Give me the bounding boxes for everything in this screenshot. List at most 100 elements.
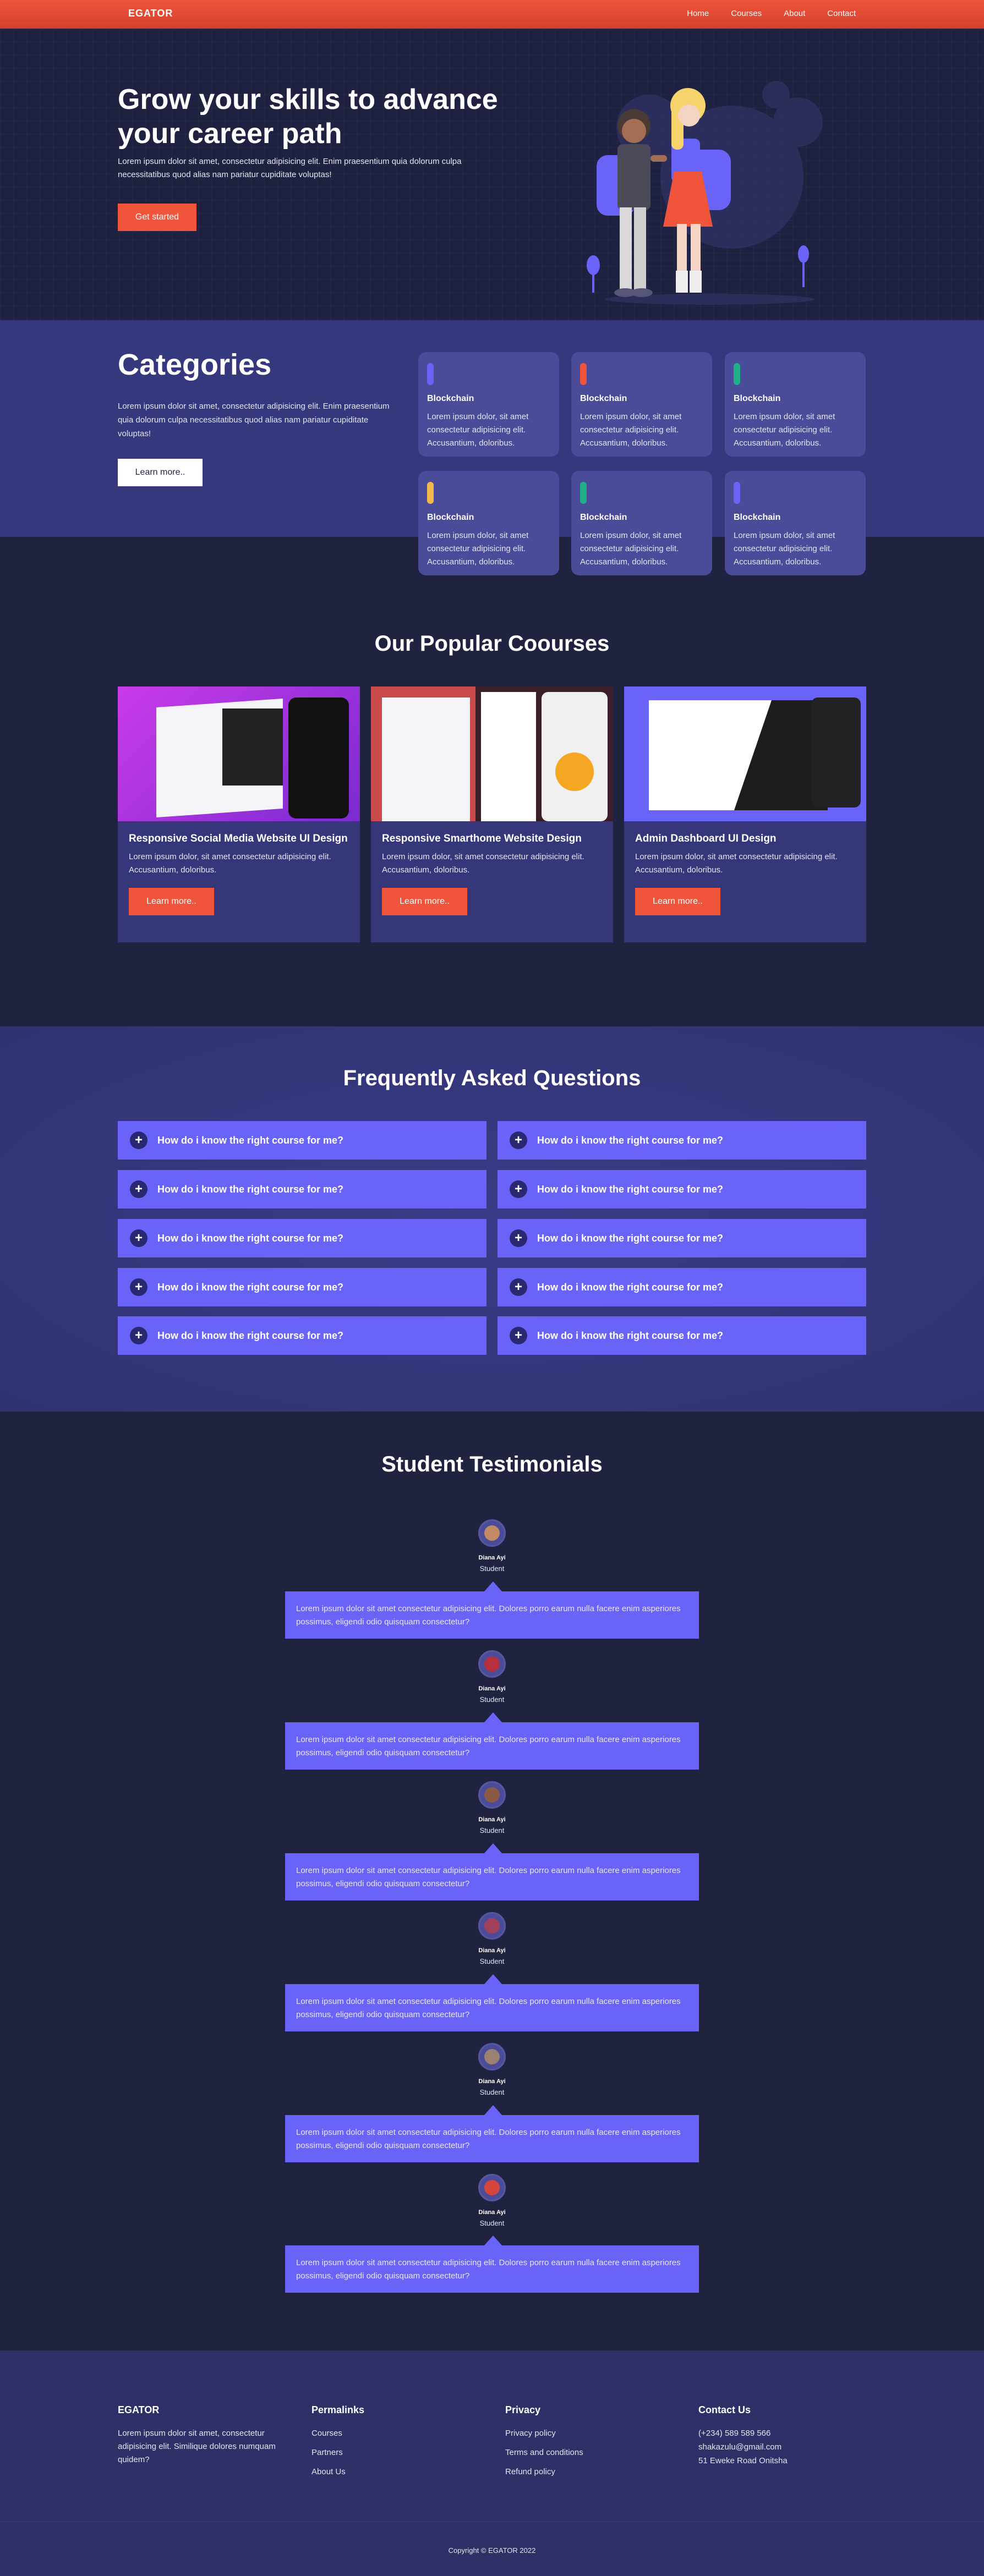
nav-link-contact[interactable]: Contact	[827, 9, 856, 18]
testimonial-quote: Lorem ipsum dolor sit amet consectetur a…	[285, 1843, 699, 1901]
footer-phone: (+234) 589 589 566	[698, 2429, 771, 2438]
faq-item[interactable]: + How do i know the right course for me?	[118, 1219, 486, 1257]
category-title: Blockchain	[734, 394, 781, 403]
footer-contact: Contact Us (+234) 589 589 566 shakazulu@…	[698, 2404, 863, 2468]
category-card[interactable]: Blockchain Lorem ipsum dolor, sit amet c…	[418, 352, 559, 457]
avatar	[478, 2043, 506, 2070]
plus-icon: +	[510, 1278, 527, 1296]
brand-logo[interactable]: EGATOR	[128, 8, 173, 19]
course-text: Lorem ipsum dolor, sit amet consectetur …	[382, 852, 584, 875]
plus-icon: +	[130, 1132, 147, 1149]
testimonial-name: Diana Ayi	[478, 1816, 506, 1823]
footer-permalinks: Permalinks Courses Partners About Us	[311, 2404, 477, 2485]
course-title: Admin Dashboard UI Design	[635, 833, 777, 844]
category-card[interactable]: Blockchain Lorem ipsum dolor, sit amet c…	[571, 471, 712, 575]
nav-link-about[interactable]: About	[784, 9, 805, 18]
testimonial-author: Diana Ayi Student	[0, 2174, 984, 2227]
faq-item[interactable]: + How do i know the right course for me?	[498, 1219, 866, 1257]
hero-illustration	[587, 81, 823, 305]
testimonial-role: Student	[479, 1957, 505, 1965]
courses-title: Our Popular Coourses	[374, 631, 610, 656]
footer-link-about-us[interactable]: About Us	[311, 2465, 477, 2479]
hero-section: Grow your skills to advance your career …	[0, 29, 984, 320]
faq-question: How do i know the right course for me?	[537, 1232, 724, 1244]
category-card[interactable]: Blockchain Lorem ipsum dolor, sit amet c…	[418, 471, 559, 575]
footer-address: 51 Eweke Road Onitsha	[698, 2456, 788, 2465]
learn-more-button[interactable]: Learn more..	[118, 459, 203, 486]
footer-link-courses[interactable]: Courses	[311, 2427, 477, 2440]
faq-item[interactable]: + How do i know the right course for me?	[498, 1316, 866, 1355]
category-card[interactable]: Blockchain Lorem ipsum dolor, sit amet c…	[725, 352, 866, 457]
footer-permalinks-title: Permalinks	[311, 2404, 365, 2415]
faq-item[interactable]: + How do i know the right course for me?	[118, 1121, 486, 1160]
plus-icon: +	[130, 1278, 147, 1296]
footer-contact-title: Contact Us	[698, 2404, 751, 2415]
get-started-button[interactable]: Get started	[118, 204, 196, 231]
faq-item[interactable]: + How do i know the right course for me?	[498, 1170, 866, 1209]
testimonial-name: Diana Ayi	[478, 1685, 506, 1692]
plus-icon: +	[510, 1229, 527, 1247]
course-image[interactable]	[624, 686, 866, 821]
category-text: Lorem ipsum dolor, sit amet consectetur …	[427, 412, 529, 448]
category-text: Lorem ipsum dolor, sit amet consectetur …	[734, 412, 835, 448]
footer-link-refund-policy[interactable]: Refund policy	[505, 2465, 670, 2479]
footer-email[interactable]: shakazulu@gmail.com	[698, 2441, 863, 2454]
course-learn-more-button[interactable]: Learn more..	[382, 888, 467, 915]
category-marker	[734, 363, 740, 385]
faq-question: How do i know the right course for me?	[157, 1232, 344, 1244]
faq-item[interactable]: + How do i know the right course for me?	[118, 1316, 486, 1355]
footer-link-partners[interactable]: Partners	[311, 2446, 477, 2459]
avatar	[478, 1650, 506, 1678]
faq-question: How do i know the right course for me?	[157, 1330, 344, 1341]
footer-link-terms[interactable]: Terms and conditions	[505, 2446, 670, 2459]
testimonial-role: Student	[479, 1695, 505, 1704]
testimonial-quote: Lorem ipsum dolor sit amet consectetur a…	[285, 1581, 699, 1639]
testimonial-author: Diana Ayi Student	[0, 2043, 984, 2096]
faq-item[interactable]: + How do i know the right course for me?	[118, 1268, 486, 1306]
course-image[interactable]	[371, 686, 613, 821]
footer-link-privacy-policy[interactable]: Privacy policy	[505, 2427, 670, 2440]
avatar	[478, 1912, 506, 1940]
faq-question: How do i know the right course for me?	[157, 1134, 344, 1146]
testimonial-quote: Lorem ipsum dolor sit amet consectetur a…	[285, 2236, 699, 2293]
faq-question: How do i know the right course for me?	[537, 1281, 724, 1293]
testimonial-name: Diana Ayi	[478, 1555, 506, 1561]
plus-icon: +	[510, 1132, 527, 1149]
course-card: Responsive Smarthome Website Design Lore…	[371, 686, 613, 942]
course-text: Lorem ipsum dolor, sit amet consectetur …	[129, 852, 331, 875]
plus-icon: +	[130, 1327, 147, 1344]
category-card[interactable]: Blockchain Lorem ipsum dolor, sit amet c…	[571, 352, 712, 457]
avatar	[478, 1519, 506, 1547]
category-title: Blockchain	[427, 513, 474, 522]
categories-text: Lorem ipsum dolor sit amet, consectetur …	[118, 402, 390, 438]
course-learn-more-button[interactable]: Learn more..	[129, 888, 214, 915]
plus-icon: +	[130, 1180, 147, 1198]
course-image[interactable]	[118, 686, 360, 821]
course-card: Responsive Social Media Website UI Desig…	[118, 686, 360, 942]
avatar	[478, 2174, 506, 2201]
category-card[interactable]: Blockchain Lorem ipsum dolor, sit amet c…	[725, 471, 866, 575]
testimonial-author: Diana Ayi Student	[0, 1519, 984, 1573]
category-marker	[427, 482, 434, 504]
faq-item[interactable]: + How do i know the right course for me?	[498, 1121, 866, 1160]
avatar	[478, 1781, 506, 1809]
category-title: Blockchain	[734, 513, 781, 522]
nav-link-courses[interactable]: Courses	[731, 9, 762, 18]
categories-title: Categories	[118, 348, 272, 381]
course-title: Responsive Smarthome Website Design	[382, 833, 582, 844]
faq-item[interactable]: + How do i know the right course for me?	[498, 1268, 866, 1306]
plus-icon: +	[510, 1180, 527, 1198]
faq-item[interactable]: + How do i know the right course for me?	[118, 1170, 486, 1209]
course-learn-more-button[interactable]: Learn more..	[635, 888, 720, 915]
category-text: Lorem ipsum dolor, sit amet consectetur …	[734, 531, 835, 567]
faq-question: How do i know the right course for me?	[537, 1330, 724, 1341]
testimonial-quote: Lorem ipsum dolor sit amet consectetur a…	[285, 1712, 699, 1770]
nav-link-home[interactable]: Home	[687, 9, 709, 18]
testimonial-name: Diana Ayi	[478, 2209, 506, 2216]
faq-question: How do i know the right course for me?	[157, 1281, 344, 1293]
faq-question: How do i know the right course for me?	[537, 1183, 724, 1195]
footer-about-text: Lorem ipsum dolor sit amet, consectetur …	[118, 2429, 276, 2464]
footer-privacy: Privacy Privacy policy Terms and conditi…	[505, 2404, 670, 2485]
plus-icon: +	[130, 1229, 147, 1247]
hero-text: Lorem ipsum dolor sit amet, consectetur …	[118, 157, 462, 179]
